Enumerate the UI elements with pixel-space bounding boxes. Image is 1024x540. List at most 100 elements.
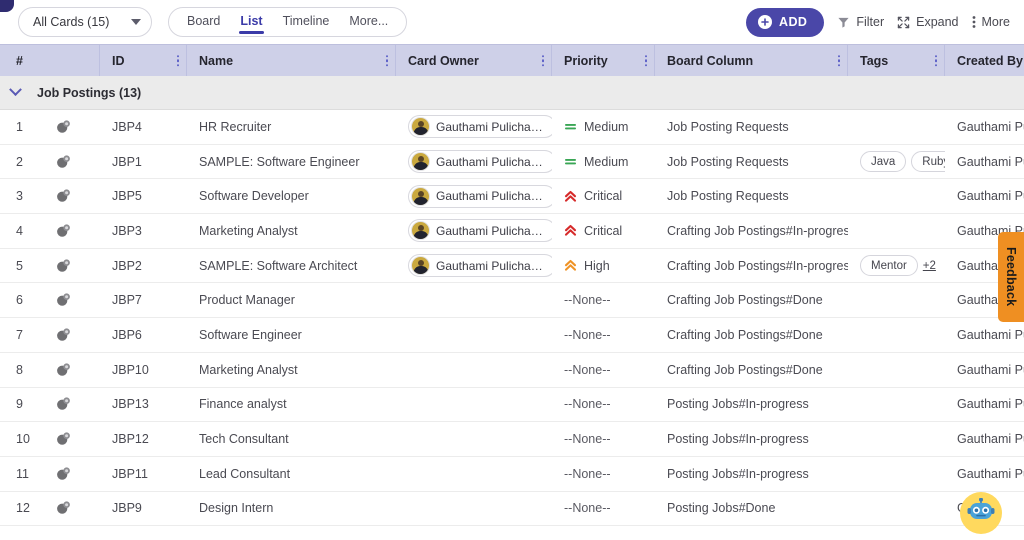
cell-card-owner[interactable]: Gauthami Pulicharla <box>396 145 552 179</box>
column-header-name[interactable]: Name <box>187 45 396 76</box>
table-row[interactable]: 1 JBP4 HR Recruiter Gauthami Pulicharla Medi… <box>0 110 1024 145</box>
cell-id[interactable]: JBP9 <box>100 492 187 526</box>
table-row[interactable]: 5 JBP2 SAMPLE: Software Architect Gauthami … <box>0 248 1024 284</box>
table-row[interactable]: 12 JBP9 Design Intern --None-- Posting Jobs#… <box>0 491 1024 527</box>
cell-created-by[interactable]: Gauthami Pu <box>945 353 1024 387</box>
tag-chip[interactable]: Mentor <box>860 255 918 277</box>
cell-card-owner[interactable]: Gauthami Pulicharla <box>396 214 552 248</box>
cell-name[interactable]: SAMPLE: Software Engineer <box>187 145 396 179</box>
cell-priority[interactable]: --None-- <box>552 457 655 491</box>
cell-priority[interactable]: --None-- <box>552 388 655 422</box>
cell-tags[interactable]: JavaRuby <box>848 145 945 179</box>
column-header-board-column[interactable]: Board Column <box>655 45 848 76</box>
add-button[interactable]: ADD <box>746 7 825 37</box>
tag-overflow-count[interactable]: +2 <box>923 260 936 272</box>
cell-name[interactable]: Marketing Analyst <box>187 353 396 387</box>
column-header-card-owner[interactable]: Card Owner <box>396 45 552 76</box>
cell-created-by[interactable]: Gauthami Pu <box>945 457 1024 491</box>
cell-tags[interactable] <box>848 422 945 456</box>
cell-priority[interactable]: --None-- <box>552 492 655 526</box>
cell-tags[interactable] <box>848 457 945 491</box>
cell-id[interactable]: JBP2 <box>100 249 187 283</box>
column-header-id[interactable]: ID <box>100 45 187 76</box>
table-row[interactable]: 4 JBP3 Marketing Analyst Gauthami Pulicharl… <box>0 214 1024 249</box>
cell-created-by[interactable]: Gauthami Pu <box>945 110 1024 144</box>
column-menu-priority-icon[interactable] <box>644 54 647 67</box>
chevron-down-icon[interactable] <box>9 83 22 97</box>
cell-card-owner[interactable]: Gauthami Pulicharla <box>396 179 552 213</box>
cell-created-by[interactable]: Gauthami Pu <box>945 422 1024 456</box>
cell-id[interactable]: JBP1 <box>100 145 187 179</box>
cell-name[interactable]: Software Developer <box>187 179 396 213</box>
table-row[interactable]: 3 JBP5 Software Developer Gauthami Pulichar… <box>0 179 1024 215</box>
cell-board-column[interactable]: Crafting Job Postings#In-progress <box>655 214 848 248</box>
cell-name[interactable]: Product Manager <box>187 283 396 317</box>
card-owner-chip[interactable]: Gauthami Pulicharla <box>408 115 552 139</box>
cell-id[interactable]: JBP12 <box>100 422 187 456</box>
cell-priority[interactable]: Critical <box>552 214 655 248</box>
cell-tags[interactable] <box>848 283 945 317</box>
expand-button[interactable]: Expand <box>897 15 959 29</box>
cell-name[interactable]: Tech Consultant <box>187 422 396 456</box>
tab-timeline[interactable]: Timeline <box>283 11 330 33</box>
card-owner-chip[interactable]: Gauthami Pulicharla <box>408 184 552 208</box>
card-owner-chip[interactable]: Gauthami Pulicharla <box>408 254 552 278</box>
card-owner-chip[interactable]: Gauthami Pulicharla <box>408 219 552 243</box>
column-menu-tags-icon[interactable] <box>934 54 937 67</box>
cell-priority[interactable]: --None-- <box>552 283 655 317</box>
cell-priority[interactable]: High <box>552 249 655 283</box>
cards-filter-dropdown[interactable]: All Cards (15) <box>18 7 152 37</box>
cell-priority[interactable]: --None-- <box>552 318 655 352</box>
cell-id[interactable]: JBP7 <box>100 283 187 317</box>
cell-card-owner[interactable] <box>396 457 552 491</box>
cell-id[interactable]: JBP6 <box>100 318 187 352</box>
table-row[interactable]: 11 JBP11 Lead Consultant --None-- Posting Jo… <box>0 456 1024 492</box>
cell-name[interactable]: Lead Consultant <box>187 457 396 491</box>
cell-id[interactable]: JBP11 <box>100 457 187 491</box>
cell-board-column[interactable]: Crafting Job Postings#Done <box>655 318 848 352</box>
table-row[interactable]: 8 JBP10 Marketing Analyst --None-- Crafting … <box>0 352 1024 388</box>
assistant-bot-button[interactable] <box>960 492 1002 534</box>
cell-id[interactable]: JBP10 <box>100 353 187 387</box>
cell-card-owner[interactable]: Gauthami Pulicharla <box>396 110 552 144</box>
table-row[interactable]: 6 JBP7 Product Manager --None-- Crafting Job… <box>0 283 1024 319</box>
cell-board-column[interactable]: Crafting Job Postings#Done <box>655 283 848 317</box>
cell-name[interactable]: Finance analyst <box>187 388 396 422</box>
cell-board-column[interactable]: Posting Jobs#Done <box>655 492 848 526</box>
cell-priority[interactable]: Medium <box>552 145 655 179</box>
column-menu-card-owner-icon[interactable] <box>541 54 544 67</box>
cell-tags[interactable] <box>848 388 945 422</box>
cell-board-column[interactable]: Posting Jobs#In-progress <box>655 457 848 491</box>
cell-board-column[interactable]: Crafting Job Postings#In-progress <box>655 249 848 283</box>
cell-card-owner[interactable] <box>396 422 552 456</box>
tab-list[interactable]: List <box>239 11 264 34</box>
cell-priority[interactable]: --None-- <box>552 422 655 456</box>
cell-name[interactable]: SAMPLE: Software Architect <box>187 249 396 283</box>
column-header-created-by[interactable]: Created By <box>945 45 1024 76</box>
cell-board-column[interactable]: Job Posting Requests <box>655 179 848 213</box>
card-owner-chip[interactable]: Gauthami Pulicharla <box>408 150 552 174</box>
cell-priority[interactable]: Critical <box>552 179 655 213</box>
cell-board-column[interactable]: Posting Jobs#In-progress <box>655 422 848 456</box>
cell-card-owner[interactable] <box>396 492 552 526</box>
group-row-job-postings[interactable]: Job Postings (13) <box>0 76 1024 110</box>
cell-priority[interactable]: --None-- <box>552 353 655 387</box>
cell-tags[interactable] <box>848 179 945 213</box>
cell-id[interactable]: JBP13 <box>100 388 187 422</box>
cell-name[interactable]: Software Engineer <box>187 318 396 352</box>
cell-created-by[interactable]: Gauthami Pu <box>945 388 1024 422</box>
cell-id[interactable]: JBP3 <box>100 214 187 248</box>
cell-tags[interactable] <box>848 110 945 144</box>
cell-card-owner[interactable] <box>396 388 552 422</box>
cell-name[interactable]: HR Recruiter <box>187 110 396 144</box>
cell-name[interactable]: Marketing Analyst <box>187 214 396 248</box>
column-header-tags[interactable]: Tags <box>848 45 945 76</box>
cell-card-owner[interactable] <box>396 318 552 352</box>
more-button[interactable]: More <box>972 15 1010 29</box>
cell-tags[interactable] <box>848 492 945 526</box>
filter-button[interactable]: Filter <box>837 15 884 29</box>
cell-name[interactable]: Design Intern <box>187 492 396 526</box>
cell-created-by[interactable]: Gauthami Pu <box>945 318 1024 352</box>
cell-board-column[interactable]: Job Posting Requests <box>655 145 848 179</box>
cell-card-owner[interactable] <box>396 283 552 317</box>
